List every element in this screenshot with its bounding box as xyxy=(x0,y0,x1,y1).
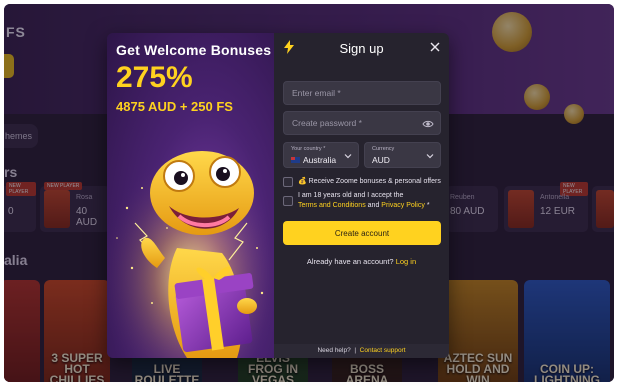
password-input[interactable] xyxy=(284,112,440,134)
currency-label: Currency xyxy=(372,146,395,152)
country-select[interactable]: Your country * Australia xyxy=(283,142,359,168)
eye-icon[interactable] xyxy=(422,118,434,130)
email-input[interactable] xyxy=(284,82,440,104)
password-field[interactable] xyxy=(283,111,441,135)
help-footer: Need help? | Contact support xyxy=(274,344,449,358)
signup-modal: Get Welcome Bonuses 275% 4875 AUD + 250 … xyxy=(107,33,449,358)
country-label: Your country * xyxy=(291,146,326,152)
need-help-text: Need help? xyxy=(317,347,351,354)
money-bag-icon: 💰 xyxy=(298,178,307,185)
email-field[interactable] xyxy=(283,81,441,105)
promo-title: Get Welcome Bonuses xyxy=(116,42,272,58)
promo-amount: 4875 AUD + 250 FS xyxy=(116,99,233,114)
signup-form: Sign up Your country * Australia xyxy=(274,33,449,358)
contact-support-link[interactable]: Contact support xyxy=(360,347,406,354)
close-icon[interactable] xyxy=(429,41,441,53)
chevron-down-icon xyxy=(344,154,352,159)
privacy-link[interactable]: Privacy Policy xyxy=(381,202,425,209)
currency-select[interactable]: Currency AUD xyxy=(364,142,441,168)
login-prompt: Already have an account? Log in xyxy=(306,257,417,266)
terms-checkbox[interactable] xyxy=(283,196,293,206)
promo-percent: 275% xyxy=(116,61,193,94)
australia-flag-icon xyxy=(291,157,300,163)
bonus-offers-label: 💰 Receive Zoome bonuses & personal offer… xyxy=(298,178,441,185)
create-account-button[interactable]: Create account xyxy=(283,221,441,245)
terms-label: I am 18 years old and I accept the Terms… xyxy=(298,192,430,209)
terms-link[interactable]: Terms and Conditions xyxy=(298,202,366,209)
welcome-bonus-panel: Get Welcome Bonuses 275% 4875 AUD + 250 … xyxy=(107,33,274,358)
currency-value: AUD xyxy=(372,155,390,165)
gecko-mascot-illustration xyxy=(107,128,274,358)
country-value: Australia xyxy=(303,155,337,165)
bonus-offers-checkbox[interactable] xyxy=(283,177,293,187)
login-link[interactable]: Log in xyxy=(396,257,416,266)
signup-title: Sign up xyxy=(339,41,384,56)
chevron-down-icon xyxy=(426,154,434,159)
